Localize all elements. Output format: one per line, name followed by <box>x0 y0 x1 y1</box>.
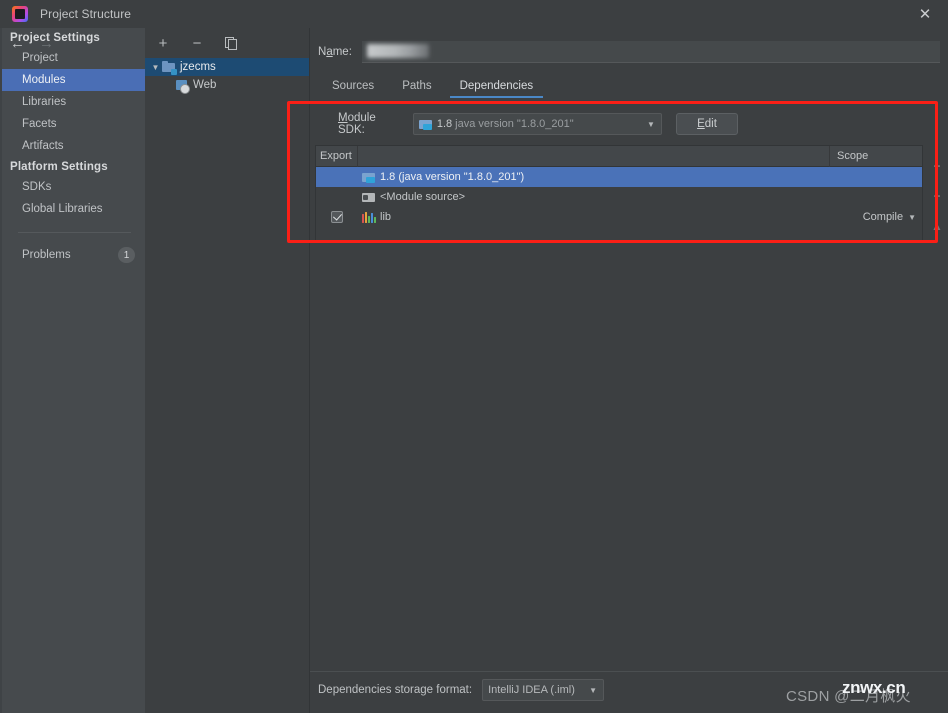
forward-arrow-icon[interactable]: → <box>39 36 54 51</box>
module-sdk-dropdown[interactable]: 1.8 java version "1.8.0_201" ▼ <box>412 113 662 135</box>
module-source-icon <box>362 191 376 204</box>
storage-format-value: IntelliJ IDEA (.iml) <box>488 684 575 696</box>
tree-node-label: Web <box>193 79 217 91</box>
storage-format-label: Dependencies storage format: <box>318 684 473 696</box>
export-checkbox-cell[interactable] <box>316 211 358 223</box>
remove-dependency-button[interactable]: − <box>929 189 945 203</box>
tab-paths[interactable]: Paths <box>388 80 445 98</box>
empty-area <box>310 243 948 671</box>
problems-count-badge: 1 <box>118 247 135 263</box>
sidebar-item-label: SDKs <box>22 181 52 193</box>
tree-node-web[interactable]: Web <box>145 76 309 94</box>
sidebar-item-label: Artifacts <box>22 140 64 152</box>
module-sdk-row: Module SDK: 1.8 java version "1.8.0_201"… <box>338 111 738 137</box>
sdk-folder-icon <box>418 118 433 131</box>
web-facet-icon <box>175 79 190 94</box>
move-up-button[interactable]: ▲ <box>929 219 945 233</box>
back-arrow-icon[interactable]: ← <box>10 36 25 51</box>
sidebar-item-artifacts[interactable]: Artifacts <box>0 135 145 157</box>
table-row[interactable]: 1.8 (java version "1.8.0_201") <box>316 167 922 187</box>
dependencies-table-header: Export Scope <box>316 145 922 167</box>
module-name-row: Name: <box>318 40 940 64</box>
sidebar-edge <box>0 28 2 713</box>
remove-module-button[interactable]: − <box>189 35 205 51</box>
project-structure-dialog: Project Structure ✕ ← → Project Settings… <box>0 0 948 713</box>
group-title-platform-settings: Platform Settings <box>10 161 108 173</box>
title-bar: Project Structure ✕ <box>0 0 948 28</box>
library-icon <box>362 211 376 223</box>
chevron-down-icon[interactable]: ▼ <box>644 120 658 129</box>
dependency-name-cell: 1.8 (java version "1.8.0_201") <box>358 171 830 184</box>
tab-dependencies[interactable]: Dependencies <box>446 80 548 98</box>
table-row[interactable]: lib Compile ▼ <box>316 207 922 227</box>
chevron-down-icon[interactable]: ▼ <box>149 63 162 72</box>
copy-module-icon[interactable] <box>223 35 239 51</box>
dependency-label: <Module source> <box>380 191 465 203</box>
dependency-label: lib <box>380 211 392 223</box>
dependencies-table: Export Scope 1.8 (java version "1.8.0_20… <box>315 145 923 247</box>
tree-node-jzecms[interactable]: ▼ jzecms <box>145 58 309 76</box>
sidebar-item-label: Global Libraries <box>22 203 103 215</box>
sidebar-item-label: Modules <box>22 74 66 86</box>
tab-sources[interactable]: Sources <box>318 80 388 98</box>
dependency-scope-cell[interactable]: Compile ▼ <box>830 211 922 223</box>
sidebar-item-problems[interactable]: Problems 1 <box>0 244 145 266</box>
chevron-down-icon[interactable]: ▼ <box>586 686 600 695</box>
sidebar-item-libraries[interactable]: Libraries <box>0 91 145 113</box>
sidebar-item-label: Libraries <box>22 96 67 108</box>
settings-sidebar: ← → Project Settings Project Modules Lib… <box>0 28 145 713</box>
table-row[interactable]: <Module source> <box>316 187 922 207</box>
sdk-folder-icon <box>362 171 376 184</box>
scope-label: Compile <box>862 211 904 223</box>
tree-node-label: jzecms <box>180 61 216 73</box>
sidebar-divider <box>18 232 131 233</box>
column-header-name <box>358 145 830 167</box>
add-module-button[interactable]: + <box>155 35 171 51</box>
module-icon <box>162 60 177 75</box>
sidebar-item-label: Facets <box>22 118 57 130</box>
intellij-idea-icon <box>12 6 28 22</box>
sidebar-item-label: Problems <box>22 249 71 261</box>
module-name-label: Name: <box>318 46 352 58</box>
sidebar-item-global-libraries[interactable]: Global Libraries <box>0 198 145 220</box>
window-title: Project Structure <box>40 7 132 21</box>
module-tabs: Sources Paths Dependencies <box>318 72 940 98</box>
chevron-down-icon[interactable]: ▼ <box>908 213 916 222</box>
storage-format-dropdown[interactable]: IntelliJ IDEA (.iml) ▼ <box>482 679 605 701</box>
sidebar-item-modules[interactable]: Modules <box>0 69 145 91</box>
navigation-arrows: ← → <box>0 28 145 58</box>
module-name-input[interactable] <box>361 41 940 63</box>
storage-format-row: Dependencies storage format: IntelliJ ID… <box>318 679 605 701</box>
platform-settings-group: Platform Settings SDKs Global Libraries <box>0 157 145 220</box>
dependency-name-cell: <Module source> <box>358 191 830 204</box>
column-header-export: Export <box>316 145 358 167</box>
dependency-label: 1.8 (java version "1.8.0_201") <box>380 171 525 183</box>
dependency-name-cell: lib <box>358 211 830 223</box>
module-tree-toolbar: + − <box>145 28 309 58</box>
close-icon[interactable]: ✕ <box>902 0 948 28</box>
module-tree-panel: + − ▼ jzecms Web <box>145 28 310 713</box>
add-dependency-button[interactable]: + <box>929 159 945 173</box>
export-checkbox[interactable] <box>331 211 343 223</box>
sidebar-item-facets[interactable]: Facets <box>0 113 145 135</box>
module-sdk-value: 1.8 java version "1.8.0_201" <box>436 118 574 130</box>
sidebar-item-sdks[interactable]: SDKs <box>0 176 145 198</box>
edit-sdk-button[interactable]: Edit <box>676 113 738 135</box>
redacted-value <box>366 44 429 58</box>
bottom-divider <box>310 671 948 672</box>
module-sdk-label: Module SDK: <box>338 112 376 136</box>
column-header-scope: Scope <box>837 150 869 162</box>
